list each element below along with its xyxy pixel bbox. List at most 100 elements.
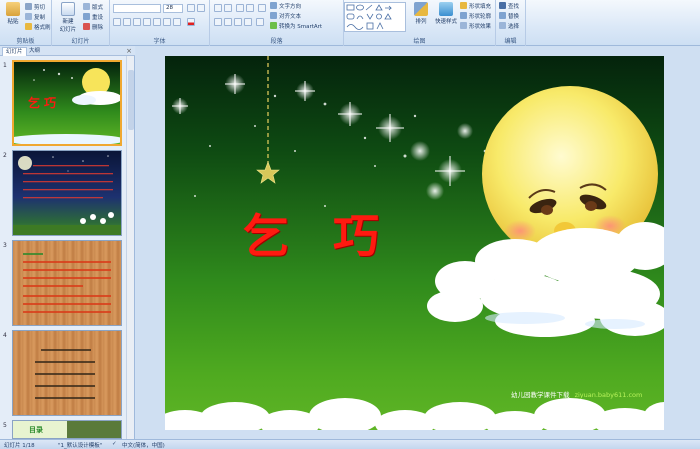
slide-number-4: 4 — [3, 332, 7, 339]
spacing-button[interactable] — [163, 18, 171, 26]
layout-icon — [83, 3, 90, 10]
grow-font-button[interactable] — [187, 4, 195, 12]
arrange-button[interactable]: 排列 — [410, 2, 432, 36]
paragraph-label: 段落 — [270, 38, 283, 45]
reset-icon — [83, 13, 90, 20]
copy-icon — [25, 13, 32, 20]
layout-button[interactable]: 版式 — [83, 2, 103, 11]
align-center-button[interactable] — [224, 18, 232, 26]
slide-thumbnail-4[interactable] — [12, 330, 122, 416]
replace-icon — [499, 12, 506, 19]
format-painter-button[interactable]: 格式刷 — [25, 22, 51, 31]
align-right-button[interactable] — [234, 18, 242, 26]
decrease-indent-button[interactable] — [236, 4, 244, 12]
bottom-clouds — [165, 398, 664, 430]
panel-scrollbar[interactable] — [126, 56, 134, 439]
panel-tabs: 幻灯片 大纲 × — [0, 46, 135, 56]
numbering-button[interactable] — [224, 4, 232, 12]
outline-pen-icon — [460, 12, 467, 19]
text-direction-button[interactable]: 文字方向 — [270, 1, 301, 10]
binoculars-icon — [499, 2, 506, 9]
slide-thumbnail-5[interactable]: 目录 — [12, 420, 122, 439]
tab-slides[interactable]: 幻灯片 — [2, 47, 27, 56]
reset-button[interactable]: 重设 — [83, 12, 103, 21]
slide-number-2: 2 — [3, 152, 7, 159]
scissors-icon — [25, 3, 32, 10]
new-slide-button[interactable]: 新建 幻灯片 — [55, 2, 81, 36]
slides-group: 新建 幻灯片 版式 重设 删除 幻灯片 — [52, 0, 110, 46]
tab-outline[interactable]: 大纲 — [26, 47, 43, 56]
cursor-icon — [499, 22, 506, 29]
shadow-button[interactable] — [153, 18, 161, 26]
copy-button[interactable]: 复制 — [25, 12, 45, 21]
drawing-label: 绘图 — [413, 38, 426, 45]
smartart-icon — [270, 22, 277, 29]
current-slide[interactable]: 乞 巧 幼儿园教学课件下载 ziyuan.baby611.com — [165, 56, 664, 430]
brush-icon — [25, 23, 32, 30]
shapes-gallery[interactable] — [344, 2, 406, 32]
shape-effects-button[interactable]: 形状效果 — [460, 21, 491, 30]
editing-label: 编辑 — [504, 38, 517, 45]
close-panel-icon[interactable]: × — [126, 47, 132, 55]
credit-url: ziyuan.baby611.com — [574, 391, 643, 399]
paragraph-group: 文字方向 对齐文本 转换为 SmartArt 段落 — [210, 0, 344, 46]
align-text-button[interactable]: 对齐文本 — [270, 11, 301, 20]
credit-line: 幼儿园教学课件下载 ziyuan.baby611.com — [511, 389, 642, 399]
line-spacing-button[interactable] — [258, 4, 266, 12]
shape-fill-button[interactable]: 形状填充 — [460, 1, 491, 10]
credit-text: 幼儿园教学课件下载 — [511, 391, 570, 399]
slide-thumbnail-1[interactable]: 乞巧 — [12, 60, 122, 146]
text-direction-icon — [270, 2, 277, 9]
arrange-icon — [414, 2, 428, 16]
replace-button[interactable]: 替换 — [499, 11, 519, 20]
font-color-button[interactable] — [187, 18, 195, 26]
thumbnail-1-title: 乞巧 — [28, 96, 61, 110]
slide-number-3: 3 — [3, 242, 7, 249]
shapes-gallery-icons — [346, 4, 392, 30]
quick-styles-icon — [439, 2, 453, 16]
clipboard-group: 粘贴 剪切 复制 格式刷 剪贴板 — [0, 0, 52, 46]
bullets-button[interactable] — [214, 4, 222, 12]
find-button[interactable]: 查找 — [499, 1, 519, 10]
font-name-field[interactable] — [113, 4, 161, 13]
cut-button[interactable]: 剪切 — [25, 2, 45, 11]
slide-artwork — [165, 56, 664, 430]
align-left-button[interactable] — [214, 18, 222, 26]
change-case-button[interactable] — [173, 18, 181, 26]
spellcheck-icon[interactable]: ✓ — [112, 441, 117, 447]
editing-group: 查找 替换 选择 编辑 — [496, 0, 526, 46]
increase-indent-button[interactable] — [246, 4, 254, 12]
scrollbar-thumb[interactable] — [128, 70, 134, 130]
quick-styles-button[interactable]: 快速样式 — [432, 2, 460, 36]
convert-smartart-button[interactable]: 转换为 SmartArt — [270, 21, 322, 30]
thumbnail-5-title: 目录 — [29, 426, 43, 434]
align-text-icon — [270, 12, 277, 19]
thumbnail-2-art — [13, 155, 121, 235]
select-button[interactable]: 选择 — [499, 21, 519, 30]
shape-outline-button[interactable]: 形状轮廓 — [460, 11, 491, 20]
slide-number-5: 5 — [3, 422, 7, 429]
clipboard-label: 剪贴板 — [16, 38, 35, 45]
delete-slide-button[interactable]: 删除 — [83, 22, 103, 31]
bold-button[interactable] — [113, 18, 121, 26]
justify-button[interactable] — [244, 18, 252, 26]
status-bar: 幻灯片 1/18 "1_默认设计模板" ✓ 中文(简体，中国) — [0, 439, 700, 449]
strikethrough-button[interactable] — [143, 18, 151, 26]
shrink-font-button[interactable] — [197, 4, 205, 12]
slide-number-1: 1 — [3, 62, 7, 69]
underline-button[interactable] — [133, 18, 141, 26]
slide-thumbnail-2[interactable] — [12, 150, 122, 236]
status-theme: "1_默认设计模板" — [58, 443, 103, 449]
new-slide-icon — [61, 2, 75, 16]
font-group: 28 字体 — [110, 0, 210, 46]
slide-thumbnail-3[interactable] — [12, 240, 122, 326]
italic-button[interactable] — [123, 18, 131, 26]
paste-button[interactable]: 粘贴 — [2, 2, 24, 36]
paste-icon — [6, 2, 20, 16]
fill-bucket-icon — [460, 2, 467, 9]
drawing-group: 排列 快速样式 形状填充 形状轮廓 形状效果 绘图 — [344, 0, 496, 46]
columns-button[interactable] — [256, 18, 264, 26]
font-size-field[interactable]: 28 — [163, 4, 183, 13]
slides-label: 幻灯片 — [71, 38, 90, 45]
slide-title[interactable]: 乞 巧 — [243, 200, 383, 266]
